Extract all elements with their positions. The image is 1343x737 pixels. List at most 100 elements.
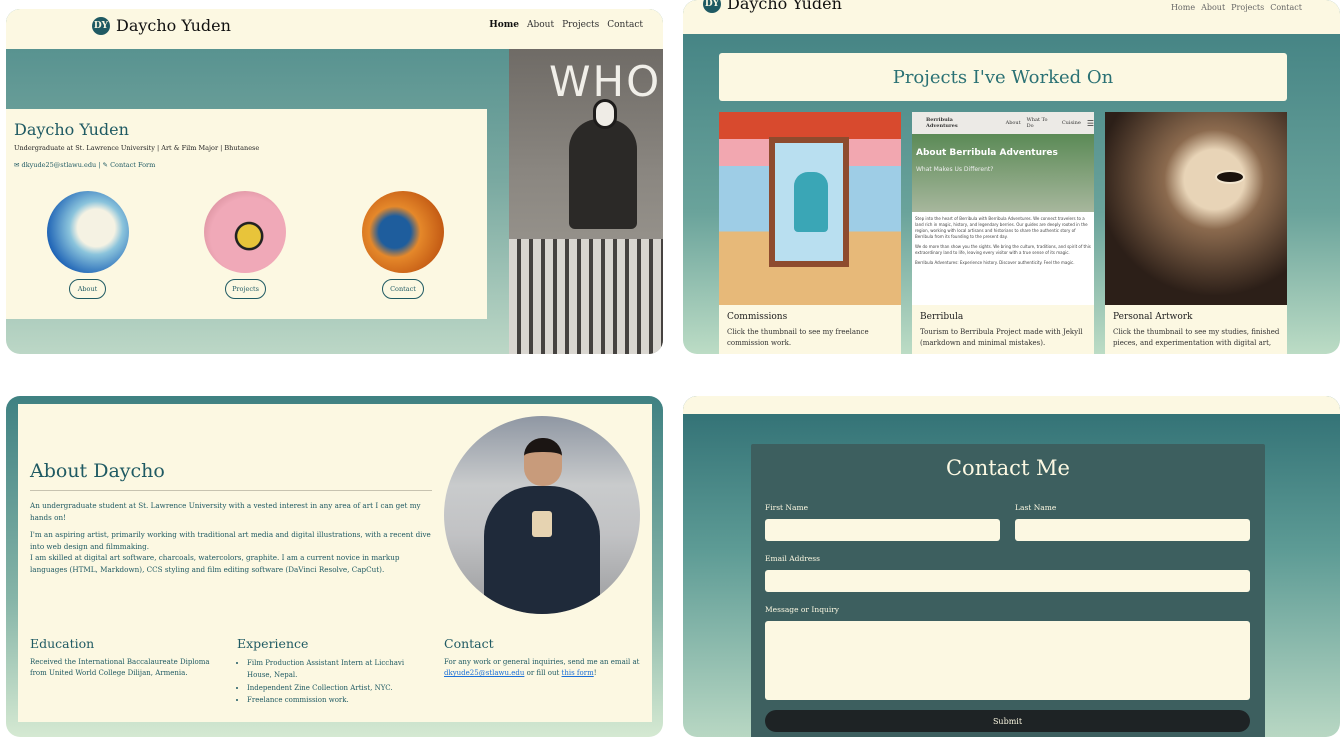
- about-button[interactable]: About: [69, 279, 106, 299]
- projects-thumbnail[interactable]: [204, 191, 286, 273]
- form-title: Contact Me: [945, 456, 1070, 480]
- about-paragraph: I am skilled at digital art software, ch…: [30, 553, 400, 574]
- first-name-field[interactable]: [765, 519, 1000, 541]
- contact-text: For any work or general inquiries, send …: [444, 658, 640, 666]
- contact-thumbnail[interactable]: [362, 191, 444, 273]
- nav-home[interactable]: Home: [1171, 3, 1195, 12]
- projects-button[interactable]: Projects: [225, 279, 266, 299]
- about-card: About Daycho An undergraduate student at…: [18, 404, 652, 722]
- photo-cup: [532, 511, 552, 537]
- brand-name: Daycho Yuden: [727, 0, 842, 13]
- nav-menu: Home About Projects Contact: [1171, 3, 1302, 12]
- artwork-railing: [509, 239, 663, 354]
- email-field[interactable]: [765, 570, 1250, 592]
- personal-artwork-thumbnail[interactable]: [1105, 112, 1287, 305]
- hero-artwork-image: WHO: [509, 49, 663, 354]
- menu-icon: ☰: [1086, 118, 1094, 128]
- illustration-figure: [794, 172, 828, 232]
- brand[interactable]: DY Daycho Yuden: [703, 0, 842, 13]
- profile-photo: [444, 416, 640, 614]
- email-link[interactable]: dkyude25@stlawu.edu: [444, 669, 524, 677]
- message-field[interactable]: [765, 621, 1250, 700]
- top-navbar: [683, 396, 1340, 414]
- hero-card: Daycho Yuden Undergraduate at St. Lawren…: [6, 109, 487, 319]
- artwork-figure-head: [593, 99, 617, 129]
- contact-form: Contact Me First Name Last Name Email Ad…: [751, 444, 1265, 737]
- top-navbar: DY Daycho Yuden Home About Projects Cont…: [683, 0, 1340, 34]
- artwork-eye: [1215, 170, 1245, 184]
- about-description: An undergraduate student at St. Lawrence…: [30, 500, 432, 581]
- about-thumbnail[interactable]: [47, 191, 129, 273]
- berribula-hero: About Berribula Adventures What Makes Us…: [912, 134, 1094, 212]
- pencil-icon: ✎: [102, 161, 108, 169]
- last-name-field[interactable]: [1015, 519, 1250, 541]
- form-link[interactable]: this form: [562, 669, 594, 677]
- contact-button[interactable]: Contact: [382, 279, 424, 299]
- hero-name: Daycho Yuden: [14, 120, 129, 139]
- nav-contact[interactable]: Contact: [1270, 3, 1302, 12]
- mail-icon: ✉: [14, 161, 20, 169]
- contact-section: Contact For any work or general inquirie…: [444, 636, 640, 679]
- berribula-nav-cuisine: Cuisine: [1061, 120, 1081, 126]
- hero-subtitle: Undergraduate at St. Lawrence University…: [14, 144, 260, 152]
- education-title: Education: [30, 636, 95, 651]
- experience-section: Experience Film Production Assistant Int…: [237, 636, 427, 706]
- logo-icon: DY: [703, 0, 721, 13]
- commissions-thumbnail[interactable]: [719, 112, 901, 305]
- projects-screenshot-panel: DY Daycho Yuden Home About Projects Cont…: [683, 0, 1340, 354]
- education-body: Received the International Baccalaureate…: [30, 658, 210, 678]
- card-title: Commissions: [727, 312, 788, 322]
- brand[interactable]: DY Daycho Yuden: [92, 16, 231, 35]
- about-title: About Daycho: [30, 460, 165, 482]
- about-paragraph: I'm an aspiring artist, primarily workin…: [30, 530, 431, 551]
- berribula-nav-about: About: [1005, 120, 1021, 126]
- hero-email[interactable]: dkyude25@stlawu.edu: [22, 161, 97, 169]
- project-card-personal-artwork[interactable]: Personal Artwork Click the thumbnail to …: [1105, 112, 1287, 354]
- submit-button[interactable]: Submit: [765, 710, 1250, 732]
- photo-coat: [484, 486, 600, 614]
- hero-contact-line: ✉ dkyude25@stlawu.edu | ✎ Contact Form: [14, 161, 155, 169]
- message-label: Message or Inquiry: [765, 605, 840, 614]
- contact-body: For any work or general inquiries, send …: [444, 657, 640, 679]
- nav-menu: Home About Projects Contact: [489, 20, 643, 30]
- card-title: Personal Artwork: [1113, 312, 1193, 322]
- about-screenshot-panel: About Daycho An undergraduate student at…: [6, 396, 663, 737]
- berribula-site-name: Berribula Adventures: [926, 117, 958, 129]
- experience-list: Film Production Assistant Intern at Licc…: [237, 657, 427, 706]
- contact-text-end: !: [593, 669, 597, 678]
- nav-about[interactable]: About: [1201, 3, 1225, 12]
- nav-contact[interactable]: Contact: [607, 20, 643, 30]
- berribula-site-header: Berribula Adventures About What To Do Cu…: [912, 112, 1094, 134]
- projects-heading: Projects I've Worked On: [719, 53, 1287, 101]
- nav-projects[interactable]: Projects: [1231, 3, 1264, 12]
- home-screenshot-panel: DY Daycho Yuden Home About Projects Cont…: [6, 9, 663, 354]
- berribula-heading: About Berribula Adventures: [916, 148, 1058, 158]
- photo-head: [524, 438, 562, 486]
- berribula-body: Step into the heart of Berribula with Be…: [915, 216, 1091, 266]
- project-card-commissions[interactable]: Commissions Click the thumbnail to see m…: [719, 112, 901, 354]
- hero-contact-form-link[interactable]: Contact Form: [110, 161, 155, 169]
- first-name-label: First Name: [765, 503, 809, 512]
- card-description: Tourism to Berribula Project made with J…: [920, 328, 1083, 347]
- card-title: Berribula: [920, 312, 964, 322]
- divider: [30, 490, 432, 491]
- brand-name: Daycho Yuden: [116, 16, 231, 35]
- nav-home[interactable]: Home: [489, 20, 519, 30]
- list-item: Freelance commission work.: [247, 694, 427, 706]
- berribula-nav-todo: What To Do: [1026, 117, 1048, 129]
- berribula-body-p2: We do more than show you the sights. We …: [915, 244, 1091, 255]
- top-navbar: DY Daycho Yuden Home About Projects Cont…: [6, 9, 663, 49]
- list-item: Independent Zine Collection Artist, NYC.: [247, 682, 427, 694]
- artwork-figure: [569, 119, 637, 229]
- berribula-body-p1: Step into the heart of Berribula with Be…: [915, 216, 1088, 239]
- logo-icon: DY: [92, 16, 110, 35]
- berribula-subheading: What Makes Us Different?: [916, 166, 994, 173]
- about-paragraph: An undergraduate student at St. Lawrence…: [30, 501, 421, 522]
- email-label: Email Address: [765, 554, 820, 563]
- last-name-label: Last Name: [1015, 503, 1057, 512]
- experience-title: Experience: [237, 636, 309, 651]
- nav-projects[interactable]: Projects: [562, 20, 599, 30]
- project-card-berribula[interactable]: Berribula Adventures About What To Do Cu…: [912, 112, 1094, 354]
- nav-about[interactable]: About: [527, 20, 554, 30]
- berribula-thumbnail[interactable]: Berribula Adventures About What To Do Cu…: [912, 112, 1094, 305]
